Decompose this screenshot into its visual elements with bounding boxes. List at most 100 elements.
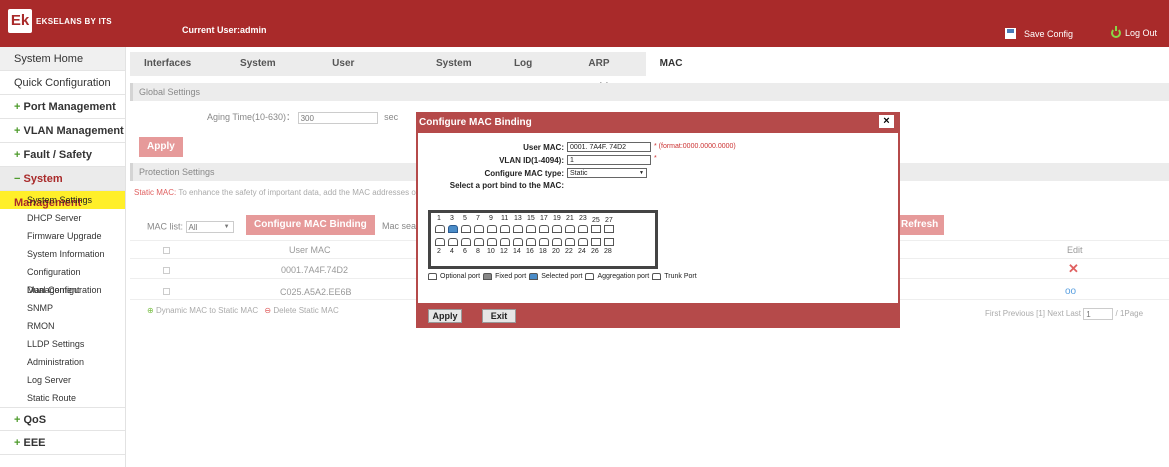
port-7[interactable] xyxy=(474,225,484,233)
sidebar-item-qos[interactable]: + QoS xyxy=(0,407,125,431)
sidebar-sub-system-information[interactable]: System Information xyxy=(0,245,125,263)
top-bar: Ek EKSELANS BY ITS Current User:admin Sa… xyxy=(0,0,1169,47)
dialog-exit-button[interactable]: Exit xyxy=(482,309,516,323)
port-27[interactable] xyxy=(604,225,614,233)
port-number: 25 xyxy=(592,217,600,224)
port-19[interactable] xyxy=(552,225,562,233)
tab-user-management[interactable]: User Management xyxy=(318,52,422,93)
port-18[interactable] xyxy=(539,238,549,246)
port-23[interactable] xyxy=(578,225,588,233)
static-mac-note-prefix: Static MAC: xyxy=(134,188,177,197)
row-checkbox[interactable] xyxy=(163,267,170,274)
port-5[interactable] xyxy=(461,225,471,233)
sidebar-item-fault-safety[interactable]: + Fault / Safety xyxy=(0,143,125,167)
port-bind-label: Select a port bind to the MAC: xyxy=(449,181,564,190)
port-20[interactable] xyxy=(552,238,562,246)
sidebar-sub-lldp-settings[interactable]: LLDP Settings xyxy=(0,335,125,353)
select-all-checkbox[interactable] xyxy=(163,247,170,254)
tab-system-restart[interactable]: System Restart xyxy=(226,52,318,93)
port-11[interactable] xyxy=(500,225,510,233)
tab-interfaces-vlan[interactable]: Interfaces VLAN xyxy=(130,52,226,93)
port-26[interactable] xyxy=(591,238,601,246)
legend-optional: Optional port xyxy=(440,273,481,280)
dialog-apply-button[interactable]: Apply xyxy=(428,309,462,323)
port-13[interactable] xyxy=(513,225,523,233)
user-mac-input[interactable]: 0001. 7A4F. 74D2 xyxy=(567,142,651,152)
legend-selected: Selected port xyxy=(541,273,583,280)
port-12[interactable] xyxy=(500,238,510,246)
sidebar-sub-static-route[interactable]: Static Route xyxy=(0,389,125,407)
vlan-id-label: VLAN ID(1-4094): xyxy=(499,156,564,165)
table-actions: ⊕ Dynamic MAC to Static MAC ⊖ Delete Sta… xyxy=(147,306,339,315)
port-number: 4 xyxy=(450,248,454,255)
vlan-id-input[interactable]: 1 xyxy=(567,155,651,165)
close-icon[interactable]: × xyxy=(879,115,894,128)
port-14[interactable] xyxy=(513,238,523,246)
port-number: 21 xyxy=(566,215,574,222)
port-10[interactable] xyxy=(487,238,497,246)
dynamic-to-static-link[interactable]: Dynamic MAC to Static MAC xyxy=(156,306,258,315)
sidebar-item-port-management[interactable]: + Port Management xyxy=(0,95,125,119)
port-16[interactable] xyxy=(526,238,536,246)
sidebar-item-label: QoS xyxy=(23,414,47,426)
row-checkbox[interactable] xyxy=(163,288,170,295)
global-apply-button[interactable]: Apply xyxy=(139,137,183,157)
pager-links[interactable]: First Previous [1] Next Last xyxy=(985,309,1081,318)
tab-mac-management[interactable]: MAC Management xyxy=(645,52,750,93)
port-number: 26 xyxy=(591,248,599,255)
sidebar-item-vlan-management[interactable]: + VLAN Management xyxy=(0,119,125,143)
port-21[interactable] xyxy=(565,225,575,233)
user-mac-label: User MAC: xyxy=(523,143,564,152)
sidebar-sub-snmp[interactable]: SNMP xyxy=(0,299,125,317)
sidebar-sub-configuration-management[interactable]: Configuration Management xyxy=(0,263,125,295)
logout-button[interactable]: Log Out xyxy=(1111,26,1157,38)
sidebar-sub-firmware-upgrade[interactable]: Firmware Upgrade xyxy=(0,227,125,245)
aging-time-input[interactable]: 300 xyxy=(297,111,378,124)
optional-port-icon xyxy=(428,273,437,280)
power-icon xyxy=(1111,26,1121,38)
port-24[interactable] xyxy=(578,238,588,246)
sidebar-item-system-home[interactable]: System Home xyxy=(0,47,125,71)
save-config-button[interactable]: Save Config xyxy=(1005,28,1073,39)
legend-fixed: Fixed port xyxy=(495,273,527,280)
delete-icon[interactable]: ✕ xyxy=(1068,261,1079,277)
port-9[interactable] xyxy=(487,225,497,233)
port-3[interactable] xyxy=(448,225,458,233)
sidebar-sub-rmon[interactable]: RMON xyxy=(0,317,125,335)
bind-link-icon[interactable]: oo xyxy=(1065,286,1076,297)
port-number: 7 xyxy=(476,215,480,222)
port-15[interactable] xyxy=(526,225,536,233)
fixed-port-icon xyxy=(483,273,493,280)
mac-type-select[interactable]: Static xyxy=(567,168,647,178)
tab-system-log[interactable]: System Log xyxy=(422,52,500,93)
selected-port-icon xyxy=(529,273,539,280)
port-4[interactable] xyxy=(448,238,458,246)
port-22[interactable] xyxy=(565,238,575,246)
port-number: 28 xyxy=(604,248,612,255)
port-number: 13 xyxy=(514,215,522,222)
port-28[interactable] xyxy=(604,238,614,246)
sidebar-sub-log-server[interactable]: Log Server xyxy=(0,371,125,389)
sidebar-item-system-management[interactable]: − System Management xyxy=(0,167,125,209)
port-number: 18 xyxy=(539,248,547,255)
port-25[interactable] xyxy=(591,225,601,233)
port-6[interactable] xyxy=(461,238,471,246)
port-8[interactable] xyxy=(474,238,484,246)
sidebar-item-eee[interactable]: + EEE xyxy=(0,431,125,455)
sidebar-sub-administration[interactable]: Administration xyxy=(0,353,125,371)
pager-input[interactable]: 1 xyxy=(1083,308,1114,320)
configure-mac-binding-button[interactable]: Configure MAC Binding xyxy=(246,215,375,235)
brand-logo: Ek EKSELANS BY ITS xyxy=(8,9,112,33)
port-2[interactable] xyxy=(435,238,445,246)
sidebar-sub-dual-configuration[interactable]: Dual Configuration xyxy=(0,281,125,299)
sidebar-item-quick-config[interactable]: Quick Configuration xyxy=(0,71,125,95)
mac-list-select[interactable]: All ▼ xyxy=(185,221,234,233)
add-circle-icon: ⊕ xyxy=(147,306,154,315)
port-17[interactable] xyxy=(539,225,549,233)
delete-static-link[interactable]: Delete Static MAC xyxy=(273,306,338,315)
port-number: 12 xyxy=(500,248,508,255)
refresh-button[interactable]: Refresh xyxy=(895,215,945,235)
tab-log-export[interactable]: Log Export xyxy=(500,52,574,93)
port-1[interactable] xyxy=(435,225,445,233)
tab-arp-table[interactable]: ARP Table xyxy=(574,52,645,93)
